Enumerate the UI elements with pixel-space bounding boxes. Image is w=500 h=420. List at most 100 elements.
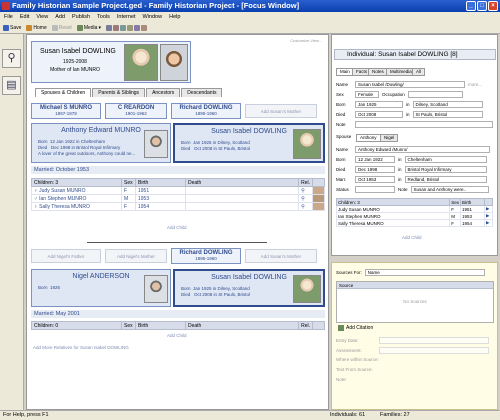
died-date-field[interactable]: Oct 2008 xyxy=(355,111,403,118)
spouse-born-field[interactable]: 12 Jan 1922 xyxy=(355,156,395,163)
close-button[interactable]: × xyxy=(488,1,498,11)
menu-window[interactable]: Window xyxy=(143,14,163,20)
home-button[interactable]: Home xyxy=(26,24,47,31)
menu-file[interactable]: File xyxy=(4,14,13,20)
marriage-date-field[interactable]: Oct 1953 xyxy=(355,176,395,183)
tab-spouses-children[interactable]: Spouses & Children xyxy=(35,88,92,97)
tab-parents-siblings[interactable]: Parents & Siblings xyxy=(92,88,146,97)
children-table-1: Children: 3 Sex Birth Death Rel. ♀ Judy Susa… xyxy=(31,178,325,211)
table-row[interactable]: Judy Susan MUNRO F 1951 ▶ xyxy=(335,205,493,213)
status-select[interactable] xyxy=(355,186,395,193)
wife-box-susan-2[interactable]: Susan Isabel DOWLING Born Jan 1925 in Di… xyxy=(173,269,325,307)
family-separator xyxy=(87,242,267,243)
tab-descendants[interactable]: Descendants xyxy=(181,88,223,97)
maximize-button[interactable]: □ xyxy=(477,1,487,11)
husband-box-nigel[interactable]: Nigel ANDERSON Born 1926 xyxy=(31,269,171,307)
add-more-relatives-link[interactable]: Add More Relatives for Susan Isabel DOWL… xyxy=(33,345,129,350)
name-field[interactable]: Susan Isabel /Dowling/ xyxy=(355,81,465,88)
add-child-link-1[interactable]: Add Child xyxy=(167,225,187,230)
menu-publish[interactable]: Publish xyxy=(72,14,90,20)
sources-for-select[interactable]: Name xyxy=(364,269,485,276)
menu-edit[interactable]: Edit xyxy=(20,14,29,20)
focus-dates: 1925-2008 xyxy=(63,59,87,65)
media-icon xyxy=(76,24,83,31)
sources-list[interactable]: Source No Sources xyxy=(336,281,494,323)
menu-bar: File Edit View Add Publish Tools Interne… xyxy=(0,12,500,22)
table-header: Children: 0 Sex Birth Death Rel. xyxy=(31,321,325,330)
records-icon[interactable]: ▤ xyxy=(2,76,21,95)
menu-internet[interactable]: Internet xyxy=(117,14,136,20)
table-row[interactable]: ♀ Sally Theresa MUNRO F 1954 ⚲ xyxy=(31,202,325,211)
spouse-died-field[interactable]: Dec 1998 xyxy=(355,166,395,173)
table-row[interactable]: Ian Stephen MUNRO M 1953 ▶ xyxy=(335,212,493,220)
app-icon xyxy=(2,2,10,10)
occupation-field[interactable] xyxy=(407,91,463,98)
parent-box-michael[interactable]: Michael S MUNRO 1897-1978 xyxy=(31,103,101,119)
focus-relation: Mother of Ian MUNRO xyxy=(50,67,100,73)
table-row[interactable]: ♀ Judy Susan MUNRO F 1951 ⚲ xyxy=(31,186,325,195)
husband-box-anthony[interactable]: Anthony Edward MUNRO Born 12 Jan 1922 in… xyxy=(31,123,171,163)
status-bar: For Help, press F1 Individuals: 61 Famil… xyxy=(0,410,500,420)
customize-view-link[interactable]: Customize View... xyxy=(290,38,322,43)
media-button[interactable]: Media ▾ xyxy=(76,24,101,31)
status-families: Families: 27 xyxy=(380,412,410,418)
focus-person-box[interactable]: Susan Isabel DOWLING 1925-2008 Mother of… xyxy=(31,41,191,83)
focus-tabs: Spouses & Children Parents & Siblings An… xyxy=(35,88,223,97)
spouse-tab-anthony[interactable]: Anthony xyxy=(356,134,381,142)
add-child-link-right[interactable]: Add Child xyxy=(402,235,422,240)
sex-select[interactable]: Female xyxy=(355,91,379,98)
status-help: For Help, press F1 xyxy=(3,412,49,418)
individual-header: Individual: Susan Isabel DOWLING [8] xyxy=(334,49,496,60)
note-field[interactable] xyxy=(355,121,493,128)
photo-nigel xyxy=(144,275,168,303)
photo-susan xyxy=(160,44,188,81)
more-link[interactable]: more... xyxy=(468,82,482,87)
tab-notes[interactable]: Notes xyxy=(368,68,388,76)
reset-button[interactable]: Reset xyxy=(51,24,72,31)
sources-panel: Sources For: Name Source No Sources Add C… xyxy=(331,262,498,410)
born-date-field[interactable]: Jan 1925 xyxy=(355,101,403,108)
save-icon xyxy=(3,24,9,31)
spouse-tab-nigel[interactable]: Nigel xyxy=(380,134,399,142)
marriage-1: Married: October 1953 xyxy=(31,166,325,174)
table-row[interactable]: ♂ Ian Stephen MUNRO M 1953 ⚲ xyxy=(31,194,325,203)
toolbar: Save Home Reset Media ▾ xyxy=(0,22,500,34)
add-child-link-2[interactable]: Add Child xyxy=(167,333,187,338)
parent-box-richard[interactable]: Richard DOWLING 1895-1960 xyxy=(171,103,241,119)
menu-view[interactable]: View xyxy=(36,14,48,20)
add-susans-mother-button[interactable]: Add Susan's Mother xyxy=(245,104,317,118)
tab-ancestors[interactable]: Ancestors xyxy=(146,88,181,97)
focus-window: Customize View... Susan Isabel DOWLING 1… xyxy=(26,34,329,410)
focus-name: Susan Isabel DOWLING xyxy=(40,48,116,55)
add-susans-mother-button-2[interactable]: Add Susan's Mother xyxy=(245,249,317,263)
search-icon[interactable]: ⚲ xyxy=(2,49,21,68)
photo-anthony xyxy=(144,130,168,158)
spouse-name-field[interactable]: Anthony Edward /Munro/ xyxy=(355,146,490,153)
title-bar: Family Historian Sample Project.ged - Fa… xyxy=(0,0,500,12)
tool-buttons[interactable] xyxy=(105,24,147,31)
died-place-field[interactable]: St Pauls, Bristol xyxy=(412,111,483,118)
spouse-note-field[interactable]: Susan and Anthony were.. xyxy=(410,186,489,193)
tab-all[interactable]: All xyxy=(412,68,426,76)
parent-box-reardon[interactable]: C REARDON 1901-1962 xyxy=(105,103,167,119)
born-place-field[interactable]: Dilney, Scotland xyxy=(412,101,483,108)
wife-box-susan[interactable]: Susan Isabel DOWLING Born Jan 1925 in Di… xyxy=(173,123,325,163)
save-button[interactable]: Save xyxy=(3,24,21,31)
minimize-button[interactable]: _ xyxy=(466,1,476,11)
property-box: Individual: Susan Isabel DOWLING [8] Mai… xyxy=(331,34,498,256)
menu-tools[interactable]: Tools xyxy=(97,14,110,20)
add-citation-button[interactable]: Add Citation xyxy=(338,325,373,331)
menu-add[interactable]: Add xyxy=(55,14,65,20)
photo-susan-small-2 xyxy=(293,275,321,303)
table-header: Children: 3 Sex Birth Death Rel. xyxy=(31,178,325,187)
reset-icon xyxy=(51,24,58,31)
status-individuals: Individuals: 61 xyxy=(330,412,366,418)
table-row[interactable]: Sally Theresa MUNRO F 1954 ▶ xyxy=(335,219,493,227)
left-navbar: ⚲ ▤ xyxy=(0,34,24,410)
window-title: Family Historian Sample Project.ged - Fa… xyxy=(12,1,300,10)
parent-box-richard-2[interactable]: Richard DOWLING 1895-1960 xyxy=(171,248,241,264)
marriage-2: Married: May 2001 xyxy=(31,310,325,318)
add-nigels-father-button[interactable]: Add Nigel's Father xyxy=(31,249,101,263)
menu-help[interactable]: Help xyxy=(169,14,180,20)
add-nigels-mother-button[interactable]: Add Nigel's Mother xyxy=(105,249,167,263)
